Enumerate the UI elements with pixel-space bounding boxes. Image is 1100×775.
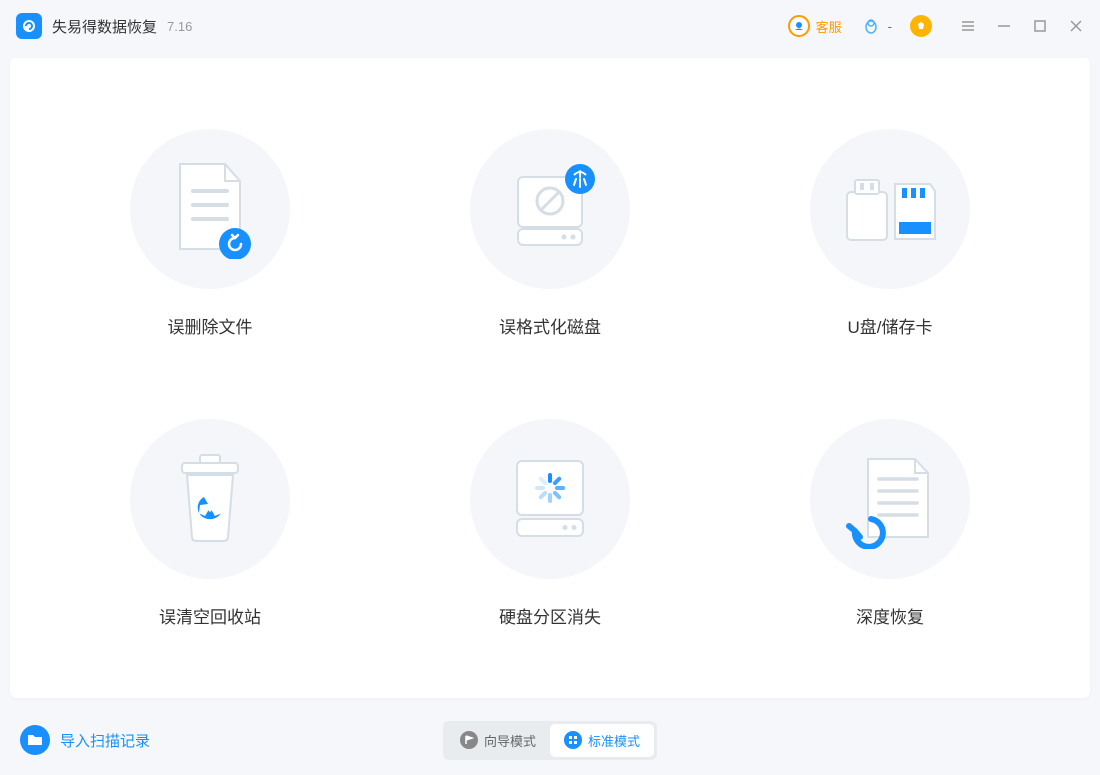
tile-formatted-disk[interactable]: 误格式化磁盘 [410,108,690,358]
grid-icon [564,731,582,749]
titlebar-left: 失易得数据恢复 7.16 [16,13,192,39]
import-scan-button[interactable]: 导入扫描记录 [20,725,150,755]
import-label: 导入扫描记录 [60,730,150,751]
tile-recycle-bin[interactable]: 误清空回收站 [70,398,350,648]
mode-toggle: 向导模式 标准模式 [443,721,657,760]
disk-clean-icon [470,129,630,289]
tile-usb-sdcard[interactable]: U盘/储存卡 [750,108,1030,358]
deep-recover-icon [810,419,970,579]
tile-label: 误删除文件 [168,313,253,338]
tile-label: 误清空回收站 [159,603,261,628]
usb-sdcard-icon [810,129,970,289]
customer-service-label: 客服 [816,17,842,36]
close-button[interactable] [1068,18,1084,34]
headset-icon [788,15,810,37]
qq-label: - [888,19,892,34]
minimize-button[interactable] [996,18,1012,34]
titlebar: 失易得数据恢复 7.16 客服 - [0,0,1100,52]
wizard-mode-button[interactable]: 向导模式 [446,724,550,757]
tile-label: 误格式化磁盘 [499,313,601,338]
disk-loading-icon [470,419,630,579]
qq-button[interactable]: - [860,15,892,37]
app-logo-icon [16,13,42,39]
tile-partition-lost[interactable]: 硬盘分区消失 [410,398,690,648]
flag-icon [460,731,478,749]
recovery-options-grid: 误删除文件 误格式化磁盘 [70,108,1030,648]
customer-service-button[interactable]: 客服 [788,15,842,37]
menu-button[interactable] [960,18,976,34]
wizard-mode-label: 向导模式 [484,731,536,750]
standard-mode-label: 标准模式 [588,731,640,750]
standard-mode-button[interactable]: 标准模式 [550,724,654,757]
tile-deep-recovery[interactable]: 深度恢复 [750,398,1030,648]
window-controls [960,18,1084,34]
titlebar-right: 客服 - [788,15,1084,37]
recycle-bin-icon [130,419,290,579]
tile-label: 深度恢复 [856,603,924,628]
app-title: 失易得数据恢复 [52,16,157,37]
tile-deleted-files[interactable]: 误删除文件 [70,108,350,358]
tile-label: U盘/储存卡 [848,313,933,338]
main-panel: 误删除文件 误格式化磁盘 [10,58,1090,698]
app-version: 7.16 [167,19,192,34]
footer: 导入扫描记录 向导模式 标准模式 [0,705,1100,775]
shield-icon [910,15,932,37]
tile-label: 硬盘分区消失 [499,603,601,628]
folder-icon [20,725,50,755]
vip-button[interactable] [910,15,932,37]
maximize-button[interactable] [1032,18,1048,34]
qq-icon [860,15,882,37]
file-undo-icon [130,129,290,289]
